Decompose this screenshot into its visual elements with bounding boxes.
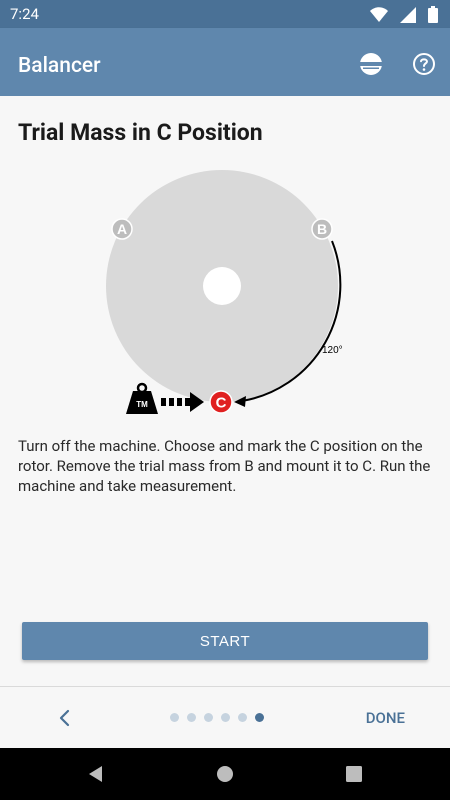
position-c-marker: C [209,390,233,414]
angle-label: 120° [322,345,343,356]
page-dot [238,713,247,722]
balance-icon[interactable] [359,52,383,76]
content: Trial Mass in C Position A B 120° C TM T… [0,96,450,686]
app-title: Balancer [18,54,101,78]
back-triangle-icon[interactable] [86,764,106,784]
page-dot [221,713,230,722]
position-c-label: C [216,395,227,412]
trial-mass-label: TM [136,400,148,409]
help-icon[interactable] [412,52,436,76]
position-a-marker: A [111,218,133,240]
app-bar: Balancer [0,28,450,96]
position-b-label: B [317,221,327,237]
signal-icon [400,6,416,23]
battery-icon [428,6,438,23]
rotor-diagram: A B 120° C TM [106,170,343,414]
trial-mass-icon: TM [126,382,158,414]
status-icons [370,6,438,23]
page-dot [204,713,213,722]
recents-square-icon[interactable] [344,764,364,784]
system-nav-bar [0,748,450,800]
page-indicator [170,713,264,722]
bottom-nav: DONE [0,686,450,748]
wifi-icon [370,6,388,22]
start-button[interactable]: START [22,622,428,660]
status-bar: 7:24 [0,0,450,28]
instructions-text: Turn off the machine. Choose and mark th… [18,437,431,495]
page-dot [170,713,179,722]
back-chevron-icon[interactable] [52,705,78,731]
page-dot-active [255,713,264,722]
position-b-marker: B [311,218,333,240]
status-time: 7:24 [10,5,39,23]
rotor-hub [203,267,241,305]
page-dot [187,713,196,722]
done-button[interactable]: DONE [366,709,405,727]
home-circle-icon[interactable] [215,764,235,784]
position-a-label: A [117,221,127,237]
page-title: Trial Mass in C Position [18,119,263,146]
